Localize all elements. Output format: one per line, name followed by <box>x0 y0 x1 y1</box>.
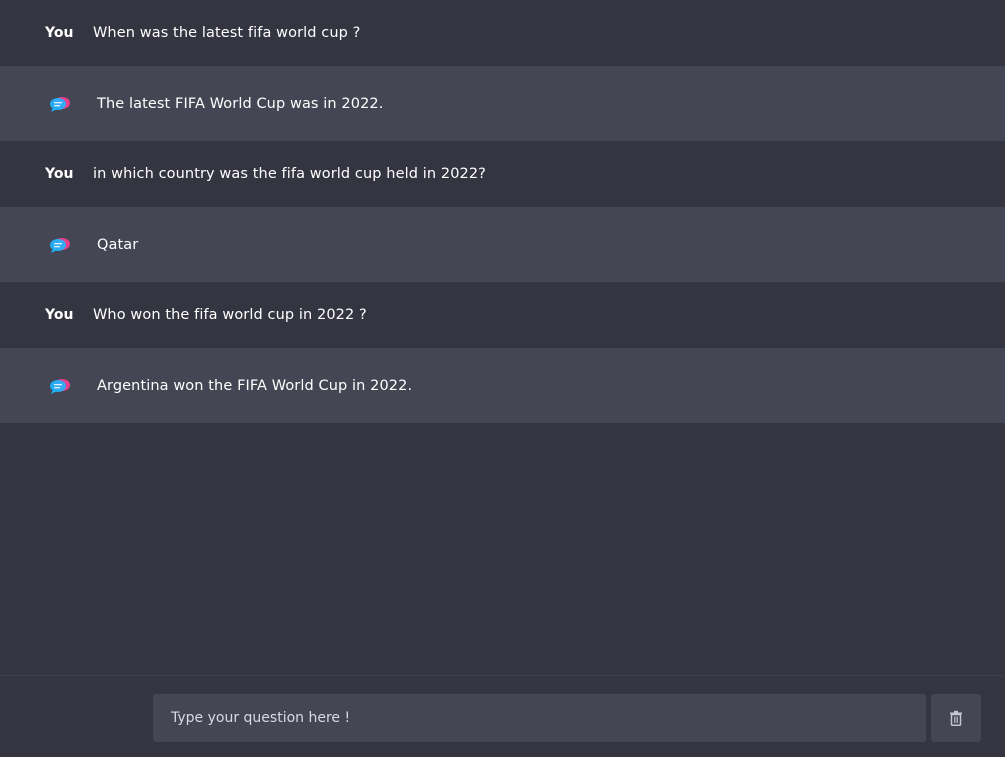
sender-label: You <box>45 166 74 182</box>
message-row-user: You When was the latest fifa world cup ? <box>0 0 1005 66</box>
message-text: Qatar <box>97 236 139 253</box>
clear-chat-button[interactable] <box>931 694 981 742</box>
message-row-bot: The latest FIFA World Cup was in 2022. <box>0 66 1005 141</box>
bot-avatar <box>0 95 97 113</box>
sender-label: You <box>45 25 74 41</box>
message-row-bot: Qatar <box>0 207 1005 282</box>
chat-app: You When was the latest fifa world cup ?… <box>0 0 1005 757</box>
message-text: The latest FIFA World Cup was in 2022. <box>97 95 384 112</box>
chat-bubbles-icon <box>50 378 70 394</box>
bot-avatar <box>0 236 97 254</box>
message-row-user: You in which country was the fifa world … <box>0 141 1005 207</box>
trash-icon <box>950 710 962 726</box>
message-text: When was the latest fifa world cup ? <box>93 25 361 41</box>
bot-avatar <box>0 377 97 395</box>
message-text: Who won the fifa world cup in 2022 ? <box>93 307 367 323</box>
question-input[interactable] <box>153 694 926 742</box>
message-row-bot: Argentina won the FIFA World Cup in 2022… <box>0 348 1005 423</box>
sender-label: You <box>45 307 74 323</box>
conversation: You When was the latest fifa world cup ?… <box>0 0 1005 423</box>
chat-bubbles-icon <box>50 237 70 253</box>
message-text: Argentina won the FIFA World Cup in 2022… <box>97 377 413 394</box>
composer-bar <box>0 675 1005 757</box>
chat-bubbles-icon <box>50 96 70 112</box>
message-text: in which country was the fifa world cup … <box>93 166 486 182</box>
message-row-user: You Who won the fifa world cup in 2022 ? <box>0 282 1005 348</box>
